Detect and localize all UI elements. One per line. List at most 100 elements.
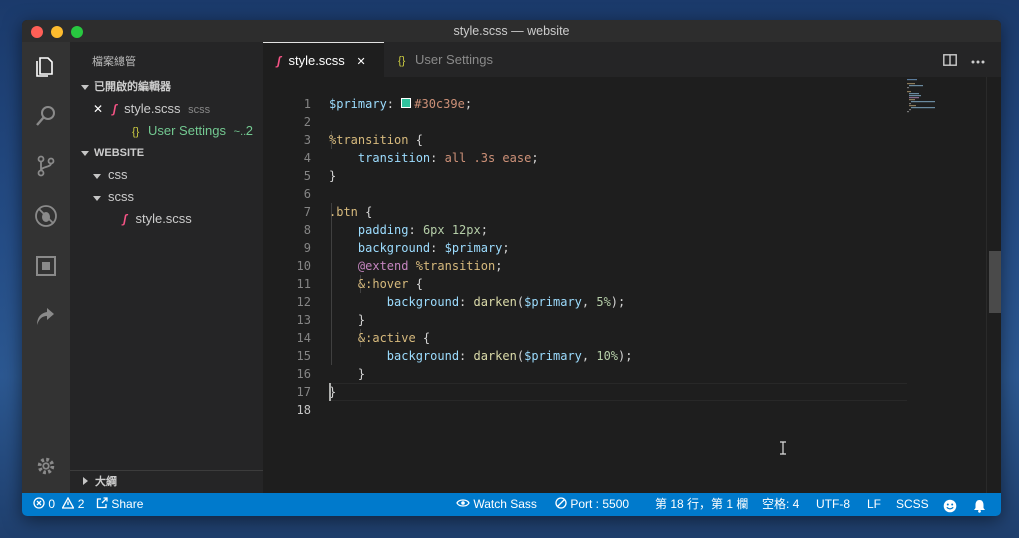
eol-setting[interactable]: LF xyxy=(867,493,881,516)
search-icon[interactable] xyxy=(34,104,58,128)
close-window-button[interactable] xyxy=(31,26,43,38)
code-line: &:active { xyxy=(329,329,430,347)
workspace-section[interactable]: WEBSITE xyxy=(70,142,263,164)
code-token: .btn xyxy=(329,205,358,219)
source-control-icon[interactable] xyxy=(34,154,58,178)
code-line: &:hover { xyxy=(329,275,423,293)
code-token: ; xyxy=(502,241,510,255)
code-token: : xyxy=(408,223,423,237)
folder-label: scss xyxy=(108,189,134,204)
workspace-header: WEBSITE xyxy=(94,147,145,159)
code-token: 6px 12px xyxy=(422,223,481,237)
code-token: : xyxy=(386,97,402,111)
code-token: 10% xyxy=(596,349,619,363)
live-server-port[interactable]: Port : 5500 xyxy=(555,493,629,516)
open-editor-item-user-settings[interactable]: {} User Settings ~... 2 xyxy=(70,120,263,142)
folder-label: css xyxy=(108,167,128,182)
code-token: } xyxy=(329,169,337,183)
code-token: darken xyxy=(473,295,517,309)
problems-indicator[interactable]: 0 2 xyxy=(33,493,84,516)
code-token: , xyxy=(581,349,597,363)
encoding-setting[interactable]: UTF-8 xyxy=(816,493,850,516)
scrollbar-thumb[interactable] xyxy=(989,251,1001,313)
port-label: Port : 5500 xyxy=(570,497,630,511)
code-token: #30c39e xyxy=(414,97,465,111)
code-token: transition xyxy=(357,151,431,165)
code-token: } xyxy=(329,367,366,381)
tree-folder-css[interactable]: css xyxy=(70,164,263,186)
line-number: 8 xyxy=(303,223,311,237)
line-number: 13 xyxy=(296,313,311,327)
code-editor[interactable]: 1 2 3 4 5 6 7 8 9 10 11 12 13 14 15 16 17 18 $primary: #3… xyxy=(263,77,1001,493)
code-token: $primary xyxy=(524,349,582,363)
feedback-smiley-icon[interactable] xyxy=(943,498,957,516)
tab-label: User Settings xyxy=(414,52,494,67)
line-number: 15 xyxy=(296,349,311,363)
color-swatch[interactable] xyxy=(401,98,412,108)
eye-icon xyxy=(456,499,470,507)
window-title: style.scss — website xyxy=(453,24,570,38)
outline-header: 大綱 xyxy=(95,476,117,488)
outline-section[interactable]: 大綱 xyxy=(70,470,263,493)
watch-sass-label: Watch Sass xyxy=(473,497,537,511)
tab-user-settings[interactable]: {} User Settings xyxy=(384,42,519,77)
line-number: 3 xyxy=(303,133,311,147)
line-number: 17 xyxy=(296,385,311,399)
file-label: style.scss xyxy=(135,211,192,226)
notifications-bell-icon[interactable] xyxy=(973,498,986,516)
open-editors-header: 已開啟的編輯器 xyxy=(94,81,171,93)
ibeam-cursor-icon xyxy=(780,441,786,455)
vertical-scrollbar[interactable] xyxy=(986,77,1001,493)
code-line: transition: all .3s ease; xyxy=(329,149,539,167)
code-token: ( xyxy=(516,349,525,363)
remote-icon[interactable] xyxy=(34,304,58,328)
gear-icon[interactable] xyxy=(34,454,58,478)
language-mode[interactable]: SCSS xyxy=(896,493,929,516)
tree-file-style-scss[interactable]: ʃ style.scss xyxy=(70,208,263,230)
line-number: 7 xyxy=(303,205,311,219)
close-icon[interactable]: ✕ xyxy=(93,102,103,116)
debug-icon[interactable] xyxy=(34,204,58,228)
code-token: $primary xyxy=(444,241,503,255)
files-icon[interactable] xyxy=(34,54,58,78)
tree-folder-scss[interactable]: scss xyxy=(70,186,263,208)
text-cursor xyxy=(329,383,331,401)
code-token: ; xyxy=(480,223,488,237)
error-icon xyxy=(33,497,45,509)
code-line: } xyxy=(329,365,365,383)
code-token: 5% xyxy=(596,295,611,309)
share-button[interactable]: Share xyxy=(96,493,143,516)
tab-style-scss[interactable]: ʃ style.scss ✕ xyxy=(263,42,384,77)
extensions-icon[interactable] xyxy=(34,254,58,278)
code-token: ); xyxy=(618,349,633,363)
code-token: : xyxy=(459,349,474,363)
line-number: 14 xyxy=(296,331,311,345)
code-line: background: darken($primary, 10%); xyxy=(329,347,633,365)
line-number: 9 xyxy=(303,241,311,255)
cursor-position[interactable]: 第 18 行，第 1 欄 xyxy=(655,493,748,516)
minimize-window-button[interactable] xyxy=(51,26,63,38)
chevron-right-icon xyxy=(83,477,88,485)
minimap[interactable] xyxy=(905,77,965,137)
code-line: } xyxy=(329,311,365,329)
code-line: background: $primary; xyxy=(329,239,510,257)
code-line: .btn { xyxy=(329,203,372,221)
open-editor-item-style-scss[interactable]: ✕ ʃ style.scss scss xyxy=(70,98,263,120)
code-token: %transition xyxy=(415,259,496,273)
code-token: { xyxy=(357,205,373,219)
split-editor-icon[interactable] xyxy=(943,53,957,66)
open-editors-section[interactable]: 已開啟的編輯器 xyxy=(70,76,263,98)
code-line: background: darken($primary, 5%); xyxy=(329,293,625,311)
code-line: } xyxy=(329,167,336,185)
code-token: all .3s ease xyxy=(444,151,532,165)
line-number: 18 xyxy=(296,403,311,417)
sass-file-icon: ʃ xyxy=(123,212,127,226)
maximize-window-button[interactable] xyxy=(71,26,83,38)
line-number: 12 xyxy=(296,295,311,309)
more-actions-icon[interactable] xyxy=(970,54,986,64)
indentation-setting[interactable]: 空格: 4 xyxy=(762,493,799,516)
close-icon[interactable]: ✕ xyxy=(356,56,365,68)
watch-sass-button[interactable]: Watch Sass xyxy=(456,493,537,516)
